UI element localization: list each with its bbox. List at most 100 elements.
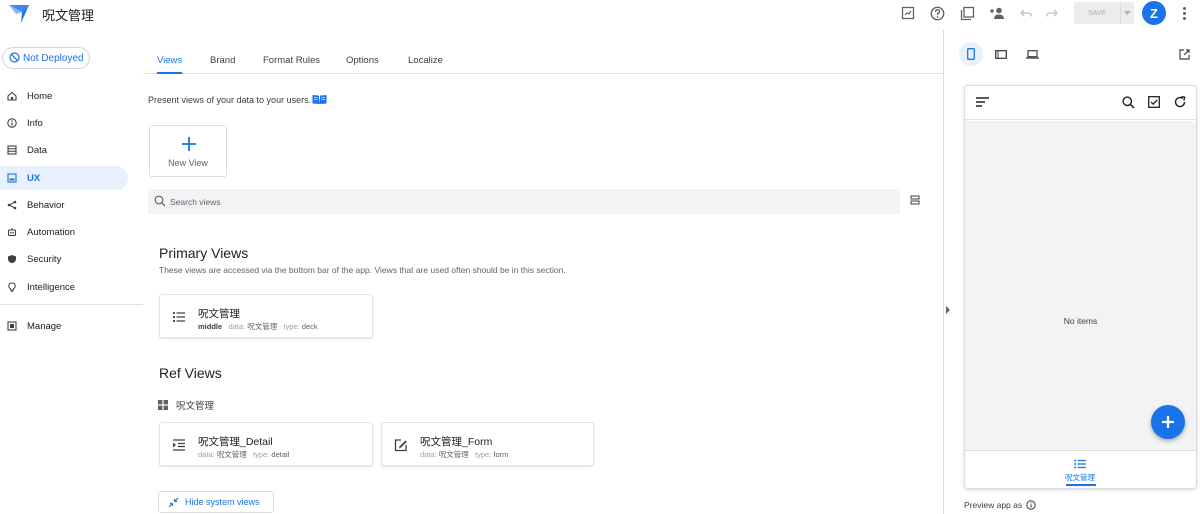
deploy-status-label: Not Deployed (23, 52, 84, 64)
deploy-status-badge[interactable]: Not Deployed (2, 47, 90, 69)
sidebar-item-label: Data (27, 144, 48, 156)
data-value: 呪文管理 (438, 450, 469, 459)
data-icon (7, 145, 17, 155)
view-card-name: 呪文管理 (198, 308, 240, 320)
group-name: 呪文管理 (176, 401, 215, 412)
not-deployed-icon (9, 52, 20, 63)
sidebar-item-label: UX (27, 172, 41, 184)
tab-format-rules[interactable]: Format Rules (263, 55, 320, 74)
sidebar-item-info[interactable]: Info (0, 111, 128, 135)
sidebar-item-security[interactable]: Security (0, 247, 128, 271)
desktop-preview-button[interactable] (1020, 42, 1044, 66)
search-icon[interactable] (1122, 96, 1135, 109)
sidebar-item-label: Intelligence (27, 281, 76, 293)
data-value: 呪文管理 (247, 322, 278, 331)
laptop-icon (1025, 49, 1039, 59)
collapse-preview-icon[interactable] (946, 306, 950, 314)
user-avatar[interactable]: Z (1142, 1, 1166, 25)
ux-tabs: Views Brand Format Rules Options Localiz… (143, 48, 943, 74)
plus-icon (1162, 416, 1174, 428)
redo-icon[interactable] (1042, 4, 1060, 22)
preview-app-body: No items (965, 121, 1196, 450)
view-card[interactable]: 呪文管理 middle data: 呪文管理 type: deck (159, 294, 373, 338)
sidebar-divider (0, 304, 143, 305)
primary-views-title: Primary Views (159, 245, 249, 261)
panel-divider[interactable] (943, 30, 944, 514)
type-label: type: (283, 322, 300, 331)
mobile-preview-button[interactable] (959, 42, 983, 66)
plus-icon (182, 137, 196, 151)
shield-icon (8, 255, 16, 264)
sidebar-item-home[interactable]: Home (0, 84, 128, 108)
sidebar-item-label: Behavior (27, 199, 65, 211)
layout-toggle-icon[interactable] (910, 195, 920, 205)
tablet-icon (995, 49, 1007, 59)
view-card-meta: data: 呪文管理 type: detail (198, 449, 289, 460)
docs-book-icon[interactable] (312, 94, 327, 105)
help-icon[interactable] (928, 4, 946, 22)
sidebar-item-automation[interactable]: Automation (0, 220, 128, 244)
sidebar-item-intelligence[interactable]: Intelligence (0, 275, 128, 299)
tab-brand[interactable]: Brand (210, 55, 235, 74)
add-item-fab-button[interactable] (1151, 405, 1185, 439)
select-checkbox-icon[interactable] (1148, 96, 1160, 108)
table-grid-icon (158, 400, 168, 410)
info-icon[interactable] (1026, 500, 1036, 510)
tab-views[interactable]: Views (157, 55, 183, 74)
data-value: 呪文管理 (216, 450, 247, 459)
type-value: form (493, 450, 509, 459)
tabbar-item-label: 呪文管理 (1065, 473, 1095, 482)
preview-app-header (965, 86, 1196, 120)
search-views-input[interactable]: Search views (148, 189, 900, 214)
sidebar-item-label: Info (27, 117, 43, 129)
hide-system-views-button[interactable]: Hide system views (158, 491, 274, 513)
data-label: data: (228, 322, 246, 331)
app-title: 呪文管理 (42, 8, 95, 23)
form-edit-icon (394, 439, 407, 452)
more-options-icon[interactable] (1178, 4, 1190, 22)
view-card-meta: middle data: 呪文管理 type: deck (198, 321, 318, 332)
search-icon (154, 195, 166, 207)
appsheet-logo-icon[interactable] (8, 2, 30, 24)
copy-app-icon[interactable] (958, 4, 976, 22)
tablet-preview-button[interactable] (989, 42, 1013, 66)
new-view-button[interactable]: New View (149, 125, 227, 177)
info-icon (7, 118, 17, 128)
search-placeholder: Search views (170, 196, 221, 207)
refresh-icon[interactable] (1173, 95, 1187, 109)
save-button[interactable]: SAVE (1074, 2, 1134, 24)
preview-bottom-tabbar: 呪文管理 (965, 450, 1196, 488)
type-label: type: (475, 450, 492, 459)
sidebar-item-manage[interactable]: Manage (0, 314, 128, 338)
collapse-arrows-icon (168, 497, 179, 508)
views-intro-text: Present views of your data to your users… (148, 95, 312, 105)
open-external-icon (1178, 48, 1190, 60)
undo-icon[interactable] (1017, 4, 1035, 22)
tab-options[interactable]: Options (346, 55, 379, 74)
preview-as-control[interactable]: Preview app as (964, 500, 1036, 510)
app-preview-phone: No items 呪文管理 (964, 85, 1197, 489)
view-card-name: 呪文管理_Form (420, 436, 493, 448)
save-options-chevron-down-icon[interactable] (1120, 2, 1134, 24)
view-card[interactable]: 呪文管理_Form data: 呪文管理 type: form (381, 422, 594, 466)
view-card[interactable]: 呪文管理_Detail data: 呪文管理 type: detail (159, 422, 373, 466)
sidebar-item-ux[interactable]: UX (0, 166, 128, 190)
lightbulb-icon (8, 282, 16, 292)
deck-list-icon (172, 311, 185, 323)
home-icon (7, 91, 17, 101)
sidebar-item-label: Security (27, 253, 62, 265)
type-value: detail (271, 450, 290, 459)
tab-localize[interactable]: Localize (408, 55, 443, 74)
tabbar-item-main-view[interactable]: 呪文管理 (1060, 457, 1100, 487)
sidebar-item-behavior[interactable]: Behavior (0, 193, 128, 217)
new-view-label: New View (168, 158, 208, 168)
view-card-meta: data: 呪文管理 type: form (420, 449, 508, 460)
share-user-icon[interactable] (988, 4, 1006, 22)
menu-icon[interactable] (976, 97, 989, 107)
sidebar-item-label: Automation (27, 226, 76, 238)
sidebar-item-label: Manage (27, 320, 62, 332)
open-preview-external-button[interactable] (1172, 42, 1196, 66)
sidebar-item-data[interactable]: Data (0, 138, 128, 162)
detail-view-icon (173, 439, 185, 451)
analyze-icon[interactable] (899, 4, 917, 22)
